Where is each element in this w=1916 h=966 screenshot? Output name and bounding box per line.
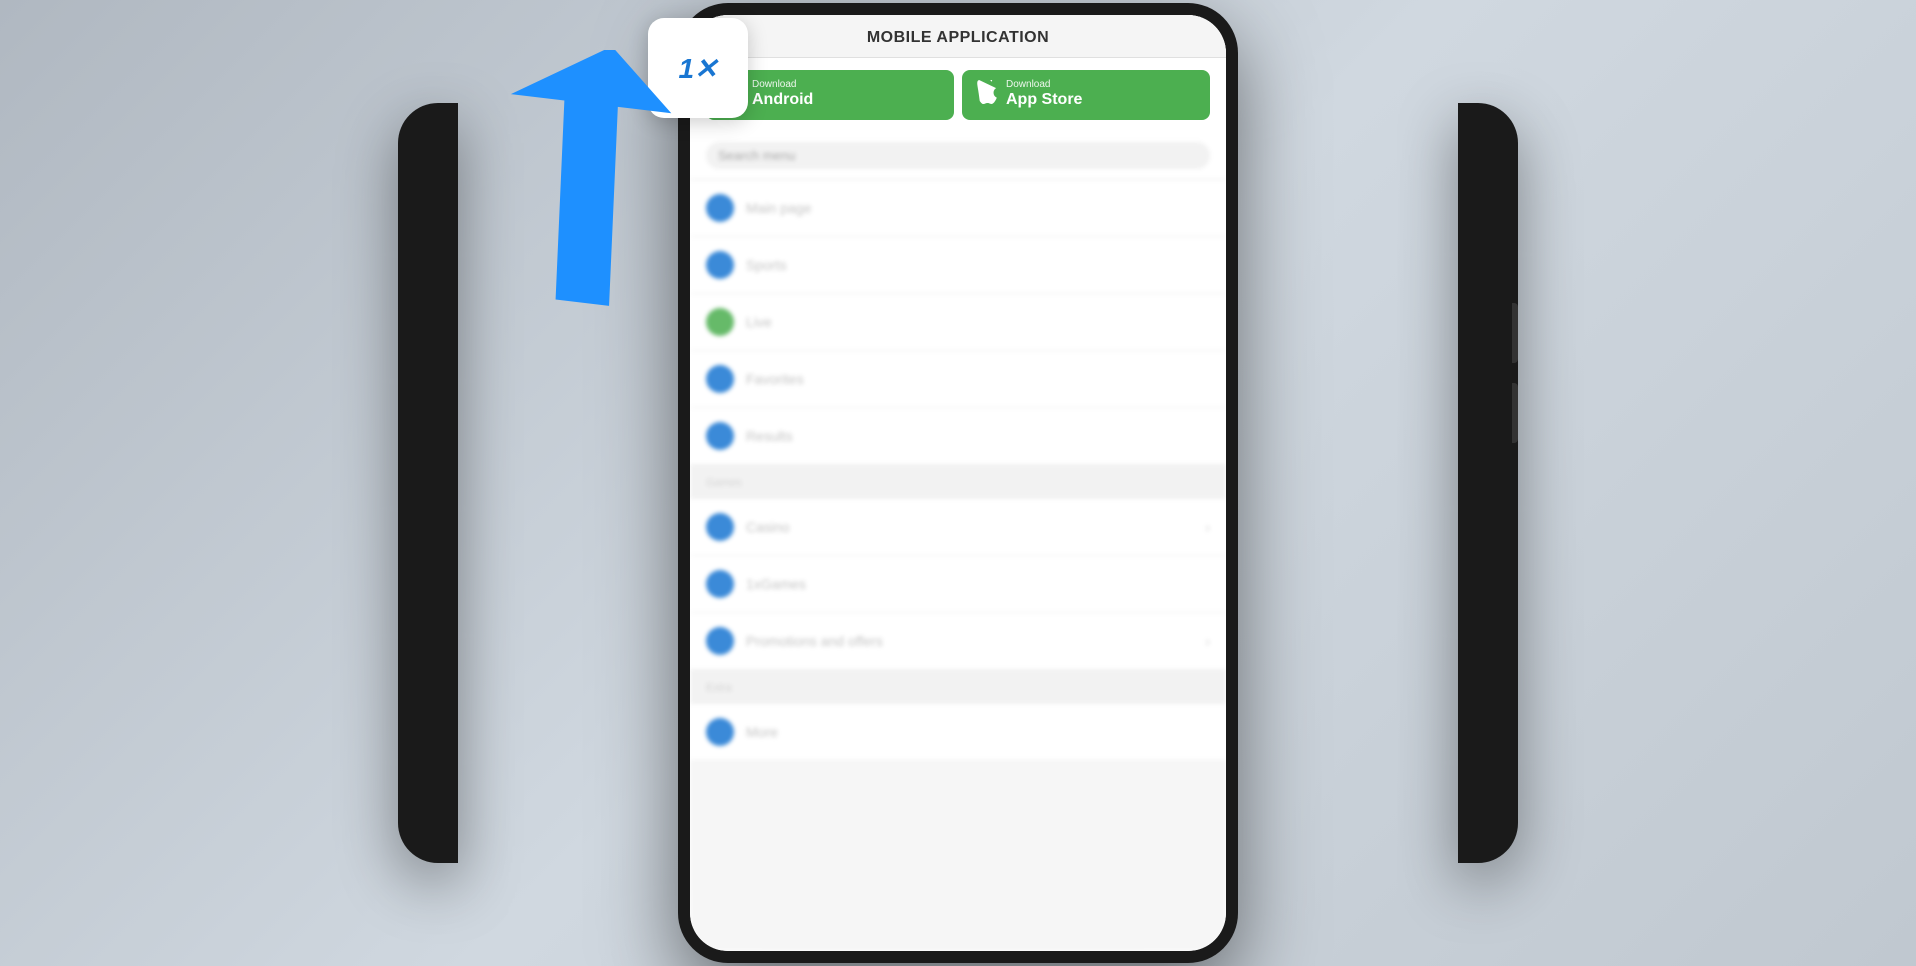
search-bar-area: Search menu xyxy=(690,132,1226,180)
screen-content: MOBILE APPLICATION Download xyxy=(690,15,1226,951)
menu-item-icon-main xyxy=(706,194,734,222)
menu-item-label-1xgames: 1xGames xyxy=(746,576,1210,592)
menu-item-live[interactable]: Live xyxy=(690,294,1226,351)
menu-item-icon-casino xyxy=(706,513,734,541)
menu-item-label-main: Main page xyxy=(746,200,1210,216)
chevron-down-icon-casino: › xyxy=(1205,519,1210,535)
main-scene: MOBILE APPLICATION Download xyxy=(0,0,1916,966)
apple-icon xyxy=(976,80,998,110)
android-btn-text: Download Android xyxy=(752,80,813,109)
search-bar[interactable]: Search menu xyxy=(706,142,1210,169)
menu-item-label-favorites: Favorites xyxy=(746,371,1210,387)
menu-item-promotions[interactable]: Promotions and offers › xyxy=(690,613,1226,670)
appstore-btn-text: Download App Store xyxy=(1006,80,1082,109)
menu-item-icon-favorites xyxy=(706,365,734,393)
section-divider-extra: Extra xyxy=(690,670,1226,704)
chevron-down-icon-promotions: › xyxy=(1205,633,1210,649)
menu-item-label-more: More xyxy=(746,724,1210,740)
phone-left xyxy=(398,103,458,863)
menu-item-favorites[interactable]: Favorites xyxy=(690,351,1226,408)
menu-item-results[interactable]: Results xyxy=(690,408,1226,465)
appstore-download-button[interactable]: Download App Store xyxy=(962,70,1210,120)
popup-area: MOBILE APPLICATION Download xyxy=(690,15,1226,132)
menu-item-main-page[interactable]: Main page xyxy=(690,180,1226,237)
mobile-app-title: MOBILE APPLICATION xyxy=(867,29,1049,46)
menu-item-more[interactable]: More xyxy=(690,704,1226,761)
menu-list: Search menu Main page Sports Live xyxy=(690,132,1226,951)
menu-item-casino[interactable]: Casino › xyxy=(690,499,1226,556)
download-buttons-row: Download Android Download xyxy=(690,58,1226,132)
phone-right xyxy=(1458,103,1518,863)
menu-item-icon-live xyxy=(706,308,734,336)
menu-item-icon-promotions xyxy=(706,627,734,655)
menu-item-icon-1xgames xyxy=(706,570,734,598)
phone-inner: MOBILE APPLICATION Download xyxy=(690,15,1226,951)
menu-item-sports[interactable]: Sports xyxy=(690,237,1226,294)
blue-arrow xyxy=(468,50,688,330)
phone-main: MOBILE APPLICATION Download xyxy=(678,3,1238,963)
menu-item-label-promotions: Promotions and offers xyxy=(746,633,1193,649)
mobile-app-header: MOBILE APPLICATION xyxy=(690,15,1226,58)
menu-item-label-live: Live xyxy=(746,314,1210,330)
menu-item-label-sports: Sports xyxy=(746,257,1210,273)
section-label-extra: Extra xyxy=(706,682,732,694)
section-label-games: Games xyxy=(706,477,741,489)
menu-item-label-casino: Casino xyxy=(746,519,1193,535)
menu-item-icon-results xyxy=(706,422,734,450)
search-placeholder: Search menu xyxy=(718,148,795,163)
menu-item-icon-sports xyxy=(706,251,734,279)
menu-item-label-results: Results xyxy=(746,428,1210,444)
section-divider-games: Games xyxy=(690,465,1226,499)
menu-item-1xgames[interactable]: 1xGames xyxy=(690,556,1226,613)
menu-item-icon-more xyxy=(706,718,734,746)
